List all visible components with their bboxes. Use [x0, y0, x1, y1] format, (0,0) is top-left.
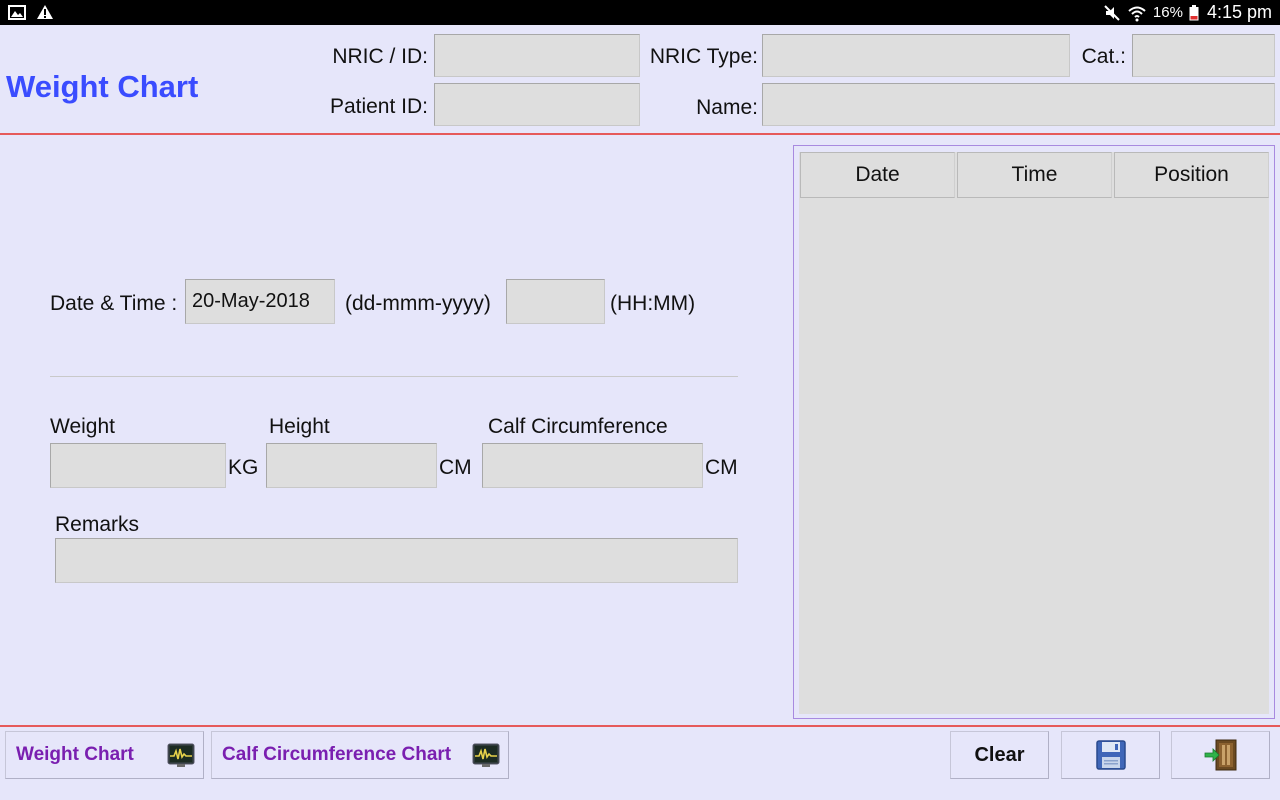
status-bar: 16% 4:15 pm — [0, 0, 1280, 25]
status-left — [8, 4, 54, 20]
exit-door-icon — [1204, 739, 1236, 771]
datetime-label: Date & Time : — [50, 292, 178, 315]
calf-chart-button[interactable]: Calf Circumference Chart — [211, 731, 509, 779]
weight-input[interactable] — [50, 443, 226, 488]
battery-percent: 16% — [1152, 4, 1183, 21]
history-list[interactable]: Date Time Position — [799, 152, 1269, 714]
nric-type-label: NRIC Type: — [649, 45, 758, 68]
cat-field[interactable] — [1132, 34, 1275, 77]
calf-input[interactable] — [482, 443, 703, 488]
remarks-label: Remarks — [55, 513, 140, 536]
height-label: Height — [269, 415, 330, 438]
nric-type-field[interactable] — [762, 34, 1070, 77]
wifi-icon — [1128, 6, 1146, 21]
bottom-separator — [0, 725, 1280, 727]
exit-button[interactable] — [1171, 731, 1270, 779]
weight-chart-button[interactable]: Weight Chart — [5, 731, 204, 779]
calf-label: Calf Circumference — [488, 415, 668, 438]
name-field[interactable] — [762, 83, 1275, 126]
form-divider — [50, 376, 738, 377]
height-unit: CM — [439, 456, 472, 479]
save-icon — [1095, 740, 1126, 770]
mute-icon — [1104, 4, 1120, 21]
weight-label: Weight — [50, 415, 115, 438]
patient-id-field[interactable] — [434, 83, 640, 126]
height-input[interactable] — [266, 443, 437, 488]
monitor-chart-icon — [472, 743, 500, 767]
nric-field[interactable] — [434, 34, 640, 77]
image-icon — [8, 4, 26, 20]
battery-icon — [1189, 4, 1199, 20]
clear-button[interactable]: Clear — [950, 731, 1049, 779]
calf-chart-label: Calf Circumference Chart — [222, 744, 452, 765]
remarks-input[interactable] — [55, 538, 738, 583]
column-header-time[interactable]: Time — [957, 152, 1112, 198]
time-format-hint: (HH:MM) — [610, 292, 696, 315]
cat-label: Cat.: — [1081, 45, 1126, 68]
patient-id-label: Patient ID: — [329, 95, 428, 118]
date-format-hint: (dd-mmm-yyyy) — [345, 292, 491, 315]
time-input[interactable] — [506, 279, 605, 324]
column-header-date[interactable]: Date — [800, 152, 955, 198]
history-list-panel: Date Time Position — [793, 145, 1275, 719]
calf-unit: CM — [705, 456, 738, 479]
weight-unit: KG — [228, 456, 259, 479]
save-button[interactable] — [1061, 731, 1160, 779]
warning-icon — [37, 5, 53, 19]
monitor-chart-icon — [167, 743, 195, 767]
clock: 4:15 pm — [1206, 2, 1272, 22]
weight-chart-label: Weight Chart — [16, 744, 134, 765]
name-label: Name: — [696, 96, 758, 119]
column-header-position[interactable]: Position — [1114, 152, 1269, 198]
patient-header: Weight Chart NRIC / ID: NRIC Type: Cat.:… — [0, 25, 1280, 135]
status-right: 16% 4:15 pm — [1103, 2, 1272, 23]
nric-label: NRIC / ID: — [332, 45, 428, 68]
history-list-body[interactable] — [799, 200, 1269, 714]
date-input[interactable]: 20-May-2018 — [185, 279, 335, 324]
page-title: Weight Chart — [6, 69, 199, 104]
